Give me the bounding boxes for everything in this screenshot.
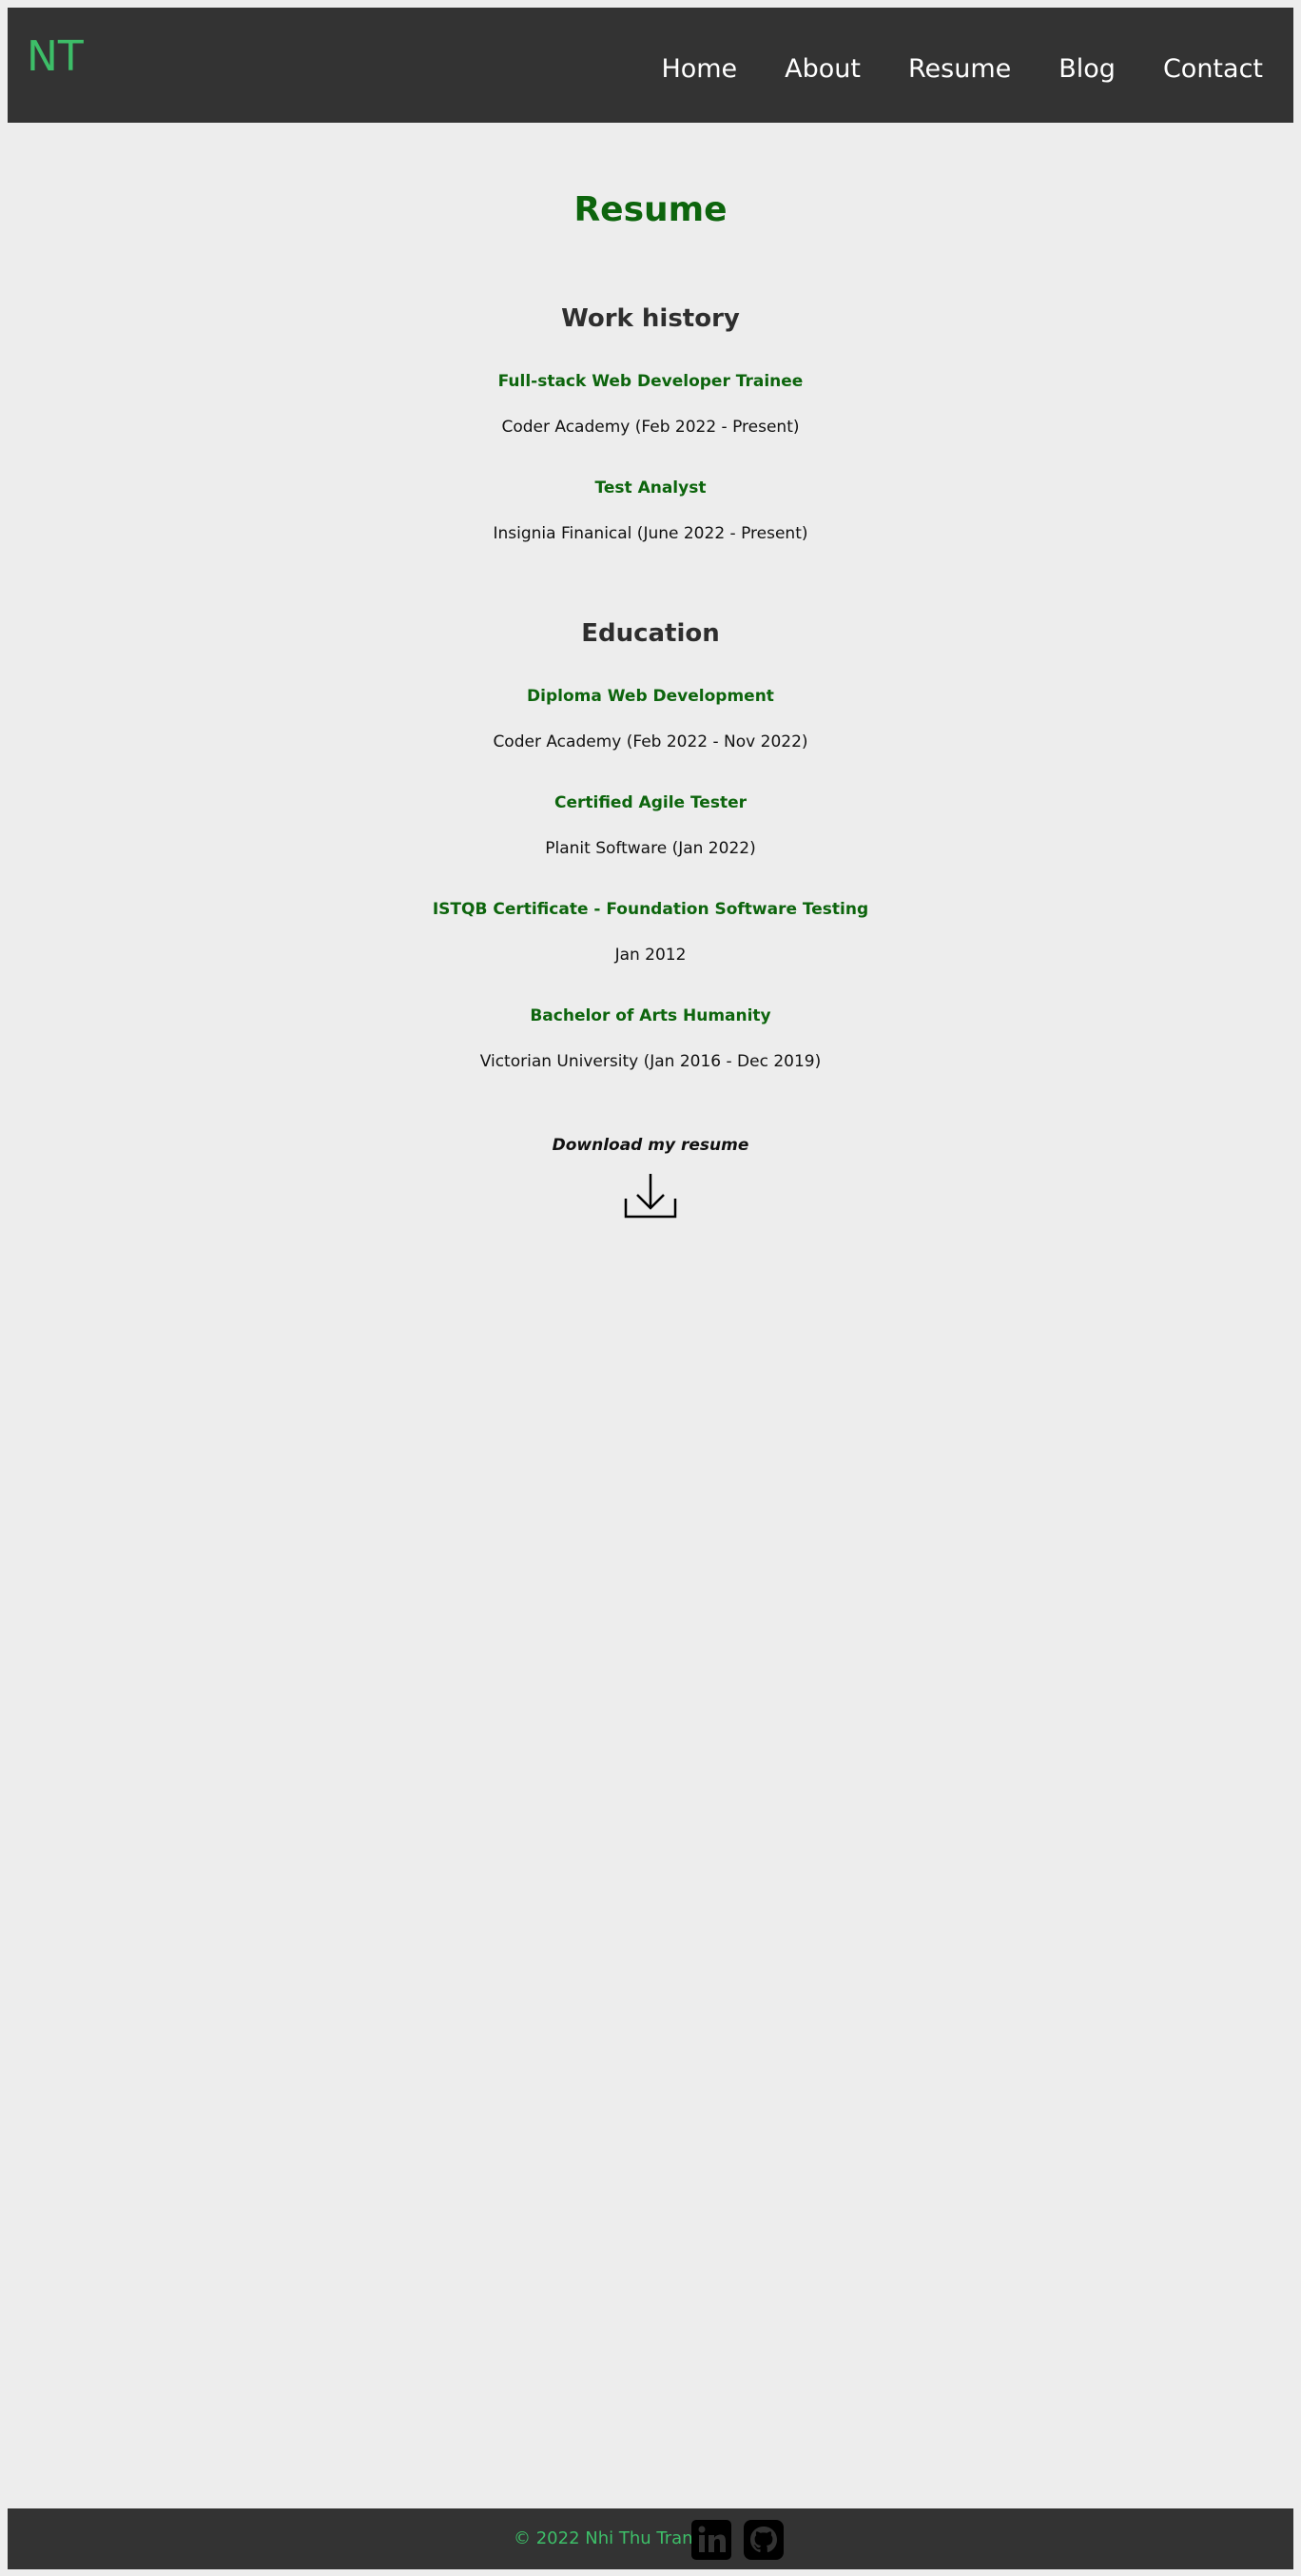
github-icon[interactable] — [744, 2520, 784, 2560]
education-item-detail: Victorian University (Jan 2016 - Dec 201… — [479, 1052, 822, 1071]
logo-link[interactable]: NT — [27, 36, 84, 78]
site-footer: © 2022 Nhi Thu Tran — [8, 2508, 1293, 2569]
page-title: Resume — [573, 190, 728, 229]
work-item-detail: Insignia Finanical (June 2022 - Present) — [493, 524, 808, 543]
nav-about[interactable]: About — [785, 54, 861, 85]
download-icon[interactable] — [624, 1172, 677, 1220]
nav-contact[interactable]: Contact — [1163, 54, 1263, 85]
work-item-title: Test Analyst — [594, 478, 707, 498]
copyright-text: © 2022 Nhi Thu Tran — [514, 2528, 693, 2548]
education-item-title: ISTQB Certificate - Foundation Software … — [432, 900, 869, 919]
site-header: NT Home About Resume Blog Contact — [8, 8, 1293, 123]
education-item-detail: Jan 2012 — [614, 946, 687, 965]
download-label: Download my resume — [552, 1136, 749, 1155]
main-nav: Home About Resume Blog Contact — [613, 54, 1263, 85]
nav-home[interactable]: Home — [661, 54, 737, 85]
education-item-title: Bachelor of Arts Humanity — [530, 1006, 771, 1025]
linkedin-icon[interactable] — [691, 2520, 731, 2560]
work-history-heading: Work history — [561, 304, 740, 333]
nav-blog[interactable]: Blog — [1058, 54, 1116, 85]
education-item-title: Certified Agile Tester — [553, 793, 748, 812]
work-item-title: Full-stack Web Developer Trainee — [497, 372, 804, 391]
education-item-detail: Coder Academy (Feb 2022 - Nov 2022) — [493, 732, 808, 751]
education-item-detail: Planit Software (Jan 2022) — [545, 839, 756, 858]
work-item-detail: Coder Academy (Feb 2022 - Present) — [501, 418, 800, 437]
nav-resume[interactable]: Resume — [908, 54, 1011, 85]
education-item-title: Diploma Web Development — [527, 687, 774, 706]
education-heading: Education — [581, 619, 720, 648]
